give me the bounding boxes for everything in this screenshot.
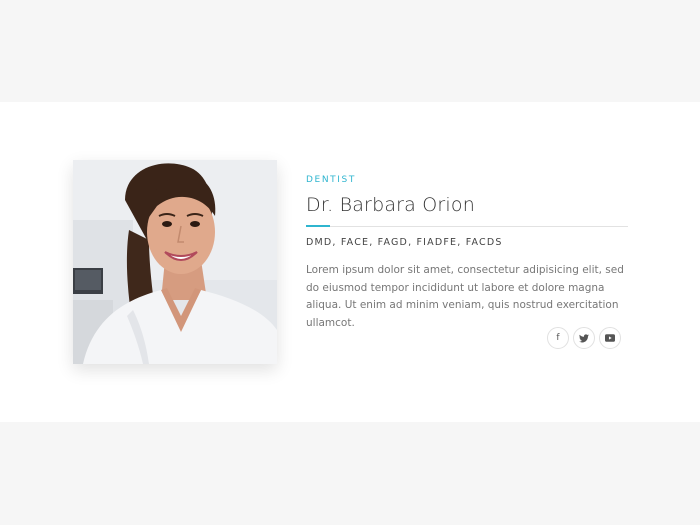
social-links: f <box>547 327 621 349</box>
twitter-button[interactable] <box>573 327 595 349</box>
profile-info: DENTIST Dr. Barbara Orion DMD, FACE, FAG… <box>306 174 628 332</box>
team-member-card: DENTIST Dr. Barbara Orion DMD, FACE, FAG… <box>0 102 700 422</box>
bio-text: Lorem ipsum dolor sit amet, consectetur … <box>306 264 624 329</box>
title-divider <box>306 225 628 227</box>
youtube-button[interactable] <box>599 327 621 349</box>
facebook-icon: f <box>556 332 560 343</box>
youtube-icon <box>605 334 615 342</box>
page: DENTIST Dr. Barbara Orion DMD, FACE, FAG… <box>0 0 700 525</box>
role-label: DENTIST <box>306 175 356 185</box>
divider-accent <box>306 225 330 227</box>
facebook-button[interactable]: f <box>547 327 569 349</box>
member-name: Dr. Barbara Orion <box>306 194 475 216</box>
twitter-icon <box>579 333 589 342</box>
profile-photo <box>73 160 277 364</box>
credentials: DMD, FACE, FAGD, FIADFE, FACDS <box>306 237 503 248</box>
